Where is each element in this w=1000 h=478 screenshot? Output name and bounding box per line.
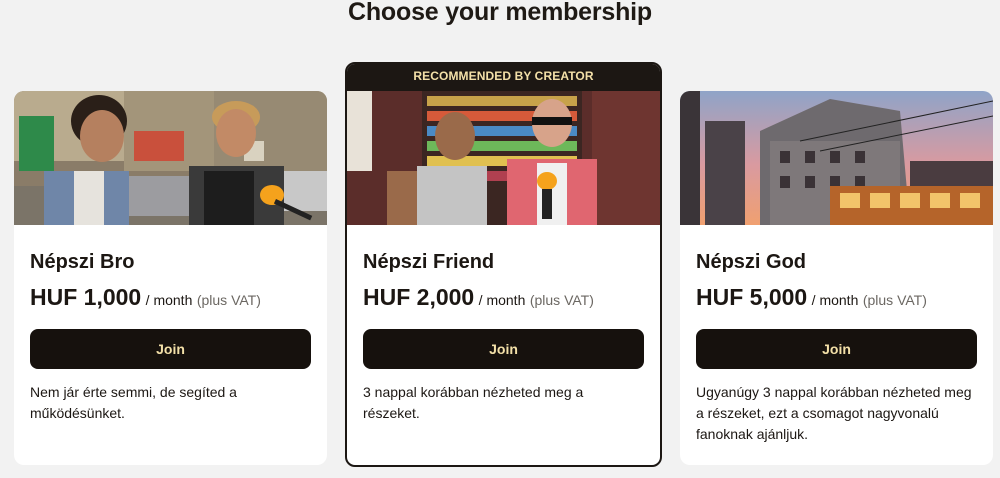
tier-card-friend: RECOMMENDED BY CREATOR Népszi Friend HUF… — [345, 62, 662, 467]
price-vat-note: (plus VAT) — [196, 292, 261, 308]
price-period: / month — [811, 292, 859, 308]
tier-image-friend — [347, 91, 660, 225]
tier-description: 3 nappal korábban nézheted meg a részeke… — [363, 384, 584, 421]
price-period: / month — [145, 292, 193, 308]
price-row: HUF 1,000 / month (plus VAT) — [30, 283, 311, 315]
tier-name: Népszi Bro — [30, 251, 135, 273]
price-row: HUF 2,000 / month (plus VAT) — [363, 283, 644, 315]
join-button-god[interactable]: Join — [696, 329, 977, 369]
tier-price: HUF 5,000 — [696, 284, 808, 310]
tier-description: Ugyanúgy 3 nappal korábban nézheted meg … — [696, 384, 972, 442]
join-button-friend[interactable]: Join — [363, 329, 644, 369]
tier-card-bro: Népszi Bro HUF 1,000 / month (plus VAT) … — [14, 91, 327, 465]
join-button-bro[interactable]: Join — [30, 329, 311, 369]
tier-card-god: Népszi God HUF 5,000 / month (plus VAT) … — [680, 91, 993, 465]
price-vat-note: (plus VAT) — [862, 292, 927, 308]
page-title: Choose your membership — [348, 0, 652, 26]
price-period: / month — [478, 292, 526, 308]
tier-name: Népszi God — [696, 251, 807, 273]
tier-price: HUF 1,000 — [30, 284, 142, 310]
tier-image-god — [680, 91, 993, 225]
price-row: HUF 5,000 / month (plus VAT) — [696, 283, 977, 315]
tier-price: HUF 2,000 — [363, 284, 475, 310]
tier-image-bro — [14, 91, 327, 225]
tier-name: Népszi Friend — [363, 251, 495, 273]
price-vat-note: (plus VAT) — [529, 292, 594, 308]
tier-description: Nem jár érte semmi, de segíted a működés… — [30, 384, 237, 421]
recommended-badge: RECOMMENDED BY CREATOR — [347, 64, 660, 91]
